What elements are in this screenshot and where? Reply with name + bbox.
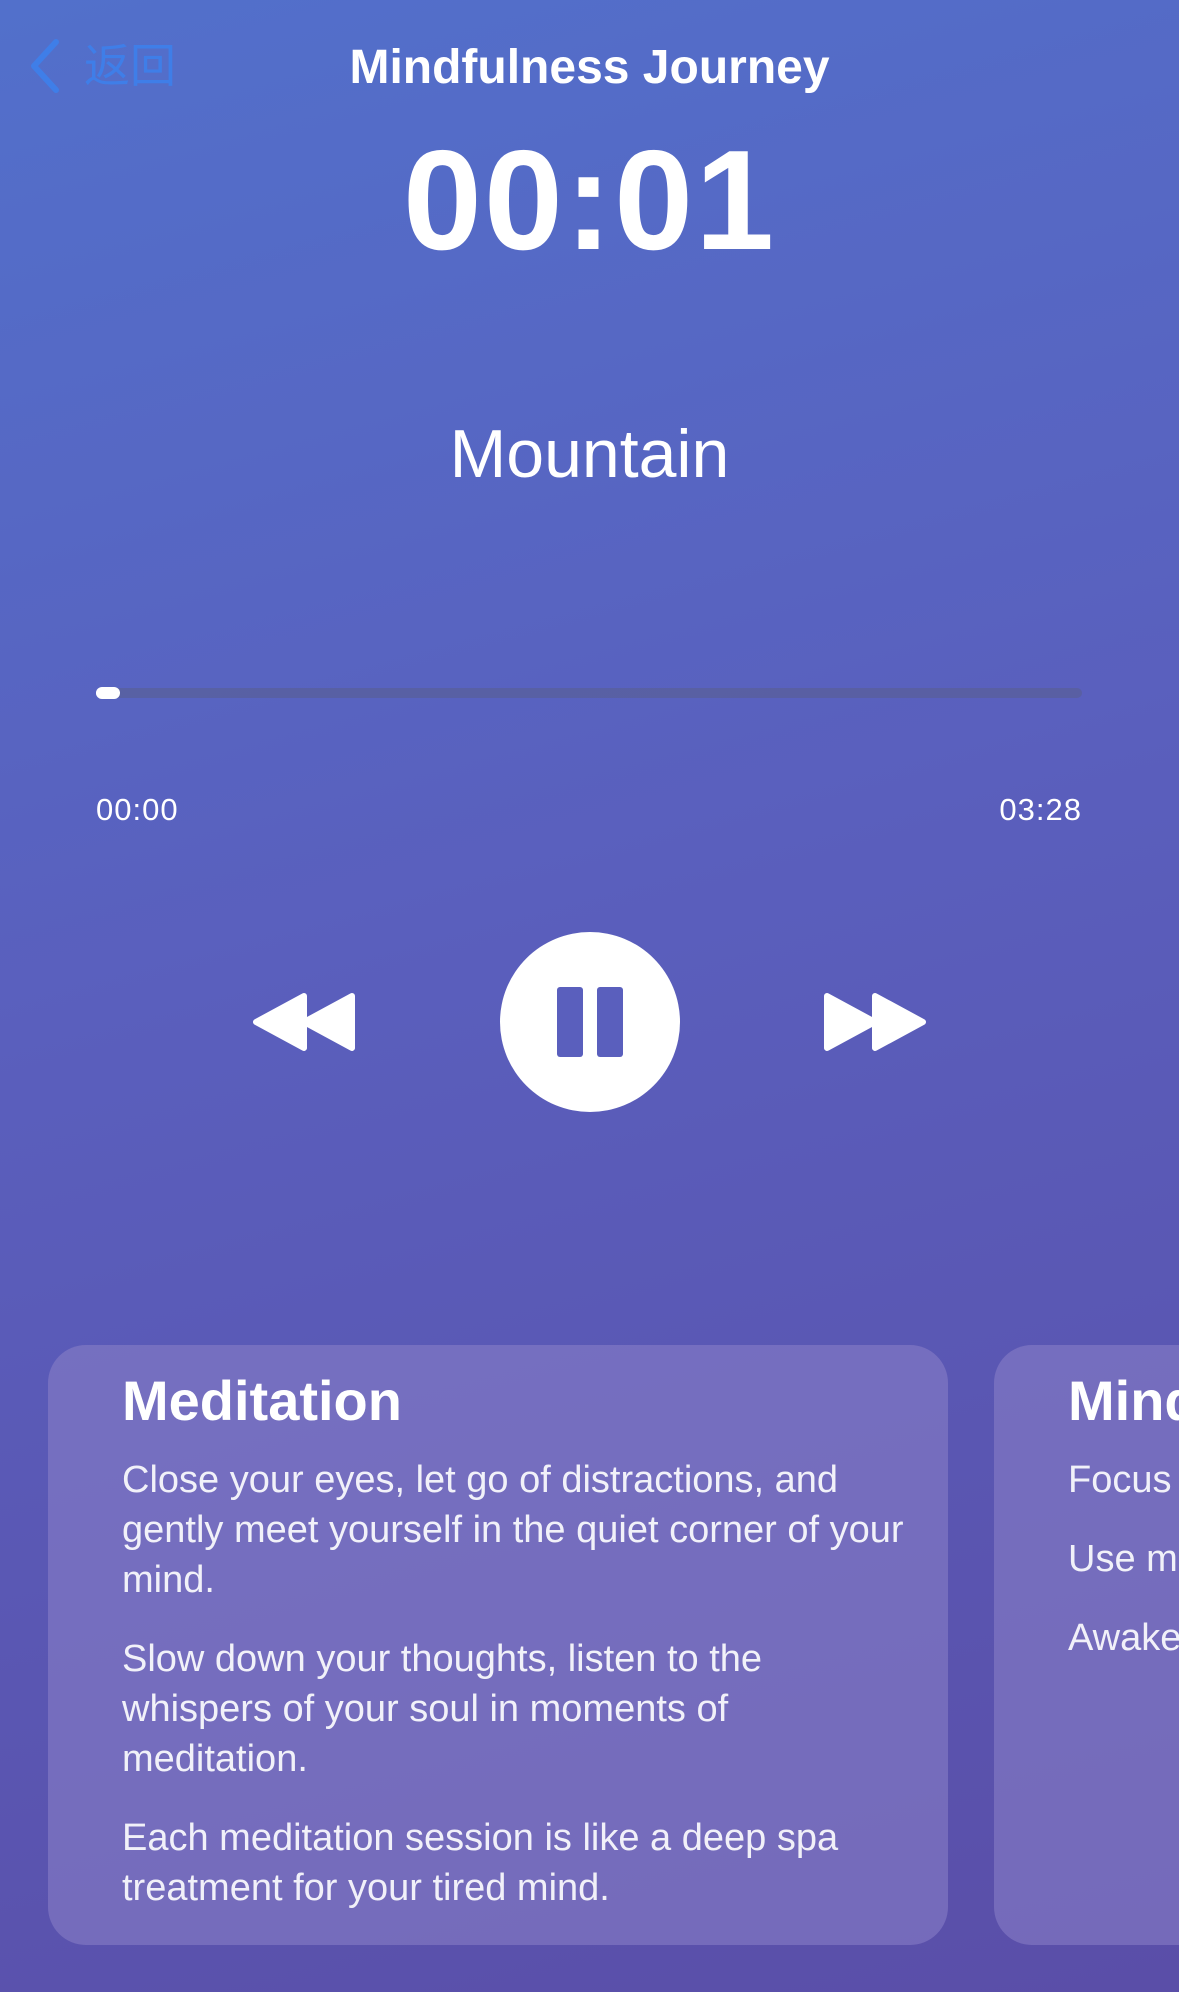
- mind-card[interactable]: Mind Focus o attentic illumina Use mi th…: [994, 1345, 1179, 1945]
- card-paragraph: Use mi the con life.: [1068, 1538, 1179, 1580]
- rewind-icon: [253, 993, 355, 1051]
- pause-icon: [557, 987, 583, 1057]
- track-name: Mountain: [449, 416, 730, 492]
- fast-forward-button[interactable]: [823, 990, 927, 1054]
- progress-thumb[interactable]: [96, 687, 120, 699]
- progress-bar[interactable]: [96, 687, 1082, 699]
- total-time: 03:28: [999, 792, 1082, 827]
- card-paragraph: Slow down your thoughts, listen to the w…: [122, 1638, 763, 1780]
- session-timer: 00:01: [402, 121, 777, 280]
- card-paragraph: Close your eyes, let go of distractions,…: [122, 1459, 904, 1601]
- info-card-carousel[interactable]: Meditation Close your eyes, let go of di…: [0, 1345, 1179, 1945]
- meditation-card[interactable]: Meditation Close your eyes, let go of di…: [48, 1345, 948, 1945]
- card-paragraph: Awaken and har: [1068, 1617, 1179, 1659]
- current-time: 00:00: [96, 792, 179, 827]
- card-title: Mind: [1068, 1369, 1179, 1432]
- page-title: Mindfulness Journey: [349, 41, 830, 94]
- rewind-button[interactable]: [252, 990, 356, 1054]
- card-title: Meditation: [122, 1369, 402, 1432]
- pause-button[interactable]: [500, 932, 680, 1112]
- card-paragraph: Focus o attentic illumina: [1068, 1459, 1179, 1501]
- fast-forward-icon: [824, 993, 926, 1051]
- card-paragraph: Each meditation session is like a deep s…: [122, 1817, 839, 1909]
- pause-icon: [597, 987, 623, 1057]
